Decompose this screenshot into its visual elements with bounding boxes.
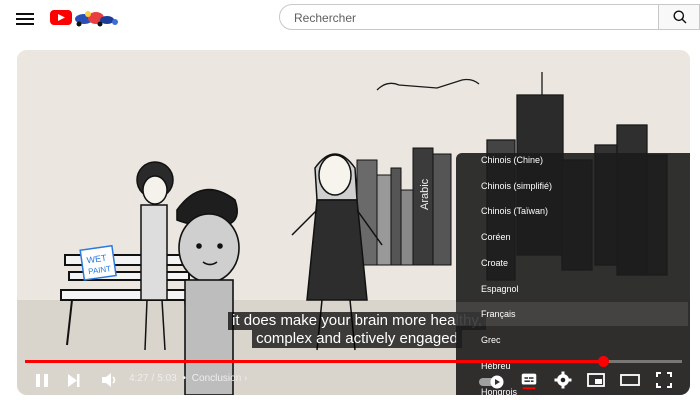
subtitle-language-option[interactable]: Chinois (simplifié) — [456, 174, 688, 198]
chapter-bullet: • — [182, 373, 187, 384]
subtitles-icon[interactable] — [519, 370, 539, 390]
subtitle-language-menu[interactable]: Chinois (Chine) Chinois (simplifié) Chinoi… — [456, 153, 690, 395]
autoplay-toggle-icon[interactable] — [478, 372, 506, 392]
pause-icon[interactable] — [34, 370, 50, 390]
youtube-doodle-logo[interactable] — [50, 8, 122, 28]
progress-bar[interactable] — [25, 356, 682, 367]
subtitle-language-option[interactable]: Grec — [456, 328, 688, 352]
theater-mode-icon[interactable] — [619, 370, 641, 390]
time-display: 4:27/5:03 • Conclusion › — [129, 373, 247, 384]
subtitle-language-option[interactable]: Français — [456, 302, 688, 326]
chapter-title[interactable]: Conclusion — [192, 373, 241, 384]
gear-icon[interactable] — [553, 370, 573, 390]
volume-icon[interactable] — [100, 370, 120, 390]
player-controls: 4:27/5:03 • Conclusion › — [17, 366, 690, 395]
miniplayer-icon[interactable] — [586, 370, 606, 390]
total-time: 5:03 — [157, 373, 177, 384]
scroll-up-icon[interactable] — [689, 155, 690, 163]
search-button[interactable] — [658, 4, 700, 30]
skip-next-icon[interactable] — [66, 370, 82, 390]
fullscreen-icon[interactable] — [654, 370, 674, 390]
subtitle-line-1: it does make your brain more healthy, — [228, 312, 486, 330]
subtitle-language-option[interactable]: Chinois (Chine) — [456, 153, 688, 172]
chapter-chevron-icon[interactable]: › — [244, 373, 247, 384]
progress-played — [25, 360, 604, 363]
time-separator: / — [151, 373, 155, 384]
book-spine-label: Arabic — [419, 178, 431, 210]
subtitle-language-option[interactable]: Croate — [456, 251, 688, 275]
search-icon — [673, 10, 687, 24]
subtitle-language-option[interactable]: Espagnol — [456, 277, 688, 301]
subtitle-line-2: complex and actively engaged — [252, 330, 462, 348]
hamburger-menu-icon[interactable] — [16, 10, 34, 26]
current-time: 4:27 — [129, 373, 149, 384]
search-input[interactable] — [292, 5, 636, 31]
subtitle-language-option[interactable]: Chinois (Taïwan) — [456, 199, 688, 223]
top-bar — [0, 0, 700, 36]
menu-scrollbar[interactable] — [689, 153, 690, 395]
subtitle-language-option[interactable]: Coréen — [456, 225, 688, 249]
video-player[interactable]: Arabic WET PAINT it does make your brain… — [17, 50, 690, 395]
search-box — [279, 4, 659, 31]
